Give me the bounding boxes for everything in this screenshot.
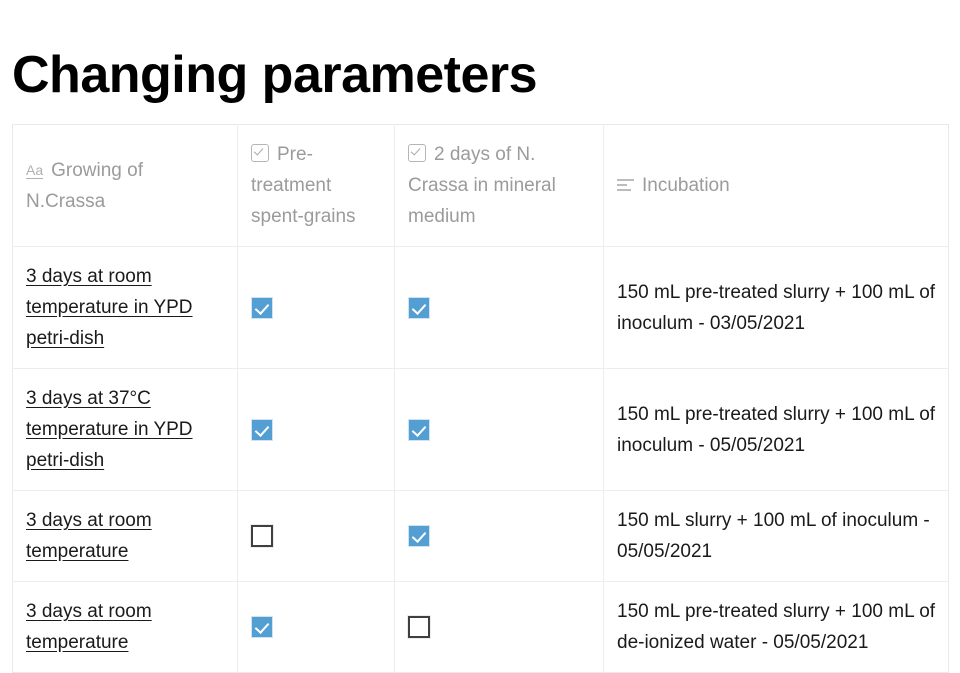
row-incubation-cell[interactable]: 150 mL slurry + 100 mL of inoculum - 05/… [604,491,949,582]
row-two-days-mineral-cell[interactable] [395,582,604,673]
checkbox-checked[interactable] [251,297,273,319]
table-header: AaGrowing of N.Crassa Pre-treatment spen… [13,125,949,247]
table-header-row: AaGrowing of N.Crassa Pre-treatment spen… [13,125,949,247]
checkbox-unchecked[interactable] [251,525,273,547]
checkbox-checked[interactable] [251,419,273,441]
row-incubation-cell[interactable]: 150 mL pre-treated slurry + 100 mL of de… [604,582,949,673]
incubation-text: 150 mL slurry + 100 mL of inoculum - 05/… [617,510,930,562]
row-incubation-cell[interactable]: 150 mL pre-treated slurry + 100 mL of in… [604,247,949,369]
row-title-cell[interactable]: 3 days at room temperature in YPD petri-… [13,247,238,369]
column-header-label: Growing of N.Crassa [26,160,143,212]
row-two-days-mineral-cell[interactable] [395,369,604,491]
checkbox-icon [408,144,426,162]
table-row: 3 days at room temperature 150 mL slurry… [13,491,949,582]
column-header-incubation[interactable]: Incubation [604,125,949,247]
row-title-link[interactable]: 3 days at 37°C temperature in YPD petri-… [26,388,193,471]
incubation-text: 150 mL pre-treated slurry + 100 mL of de… [617,601,935,653]
column-header-label: Incubation [642,175,730,196]
checkbox-icon [251,144,269,162]
table-row: 3 days at 37°C temperature in YPD petri-… [13,369,949,491]
row-pre-treatment-cell[interactable] [238,247,395,369]
checkbox-checked[interactable] [408,297,430,319]
document-page: Changing parameters AaGrowing of N.Crass… [0,0,960,633]
row-title-link[interactable]: 3 days at room temperature [26,510,152,562]
row-title-cell[interactable]: 3 days at 37°C temperature in YPD petri-… [13,369,238,491]
row-two-days-mineral-cell[interactable] [395,247,604,369]
checkbox-checked[interactable] [251,616,273,638]
column-header-label: 2 days of N. Crassa in mineral medium [408,144,556,227]
row-title-link[interactable]: 3 days at room temperature [26,601,152,653]
column-header-pre-treatment[interactable]: Pre-treatment spent-grains [238,125,395,247]
page-title: Changing parameters [12,43,537,107]
row-incubation-cell[interactable]: 150 mL pre-treated slurry + 100 mL of in… [604,369,949,491]
aa-text-icon: Aa [26,163,43,179]
row-pre-treatment-cell[interactable] [238,369,395,491]
row-title-cell[interactable]: 3 days at room temperature [13,491,238,582]
column-header-growing[interactable]: AaGrowing of N.Crassa [13,125,238,247]
parameters-table: AaGrowing of N.Crassa Pre-treatment spen… [12,124,949,673]
row-pre-treatment-cell[interactable] [238,582,395,673]
incubation-text: 150 mL pre-treated slurry + 100 mL of in… [617,404,935,456]
table-row: 3 days at room temperature in YPD petri-… [13,247,949,369]
column-header-two-days-mineral[interactable]: 2 days of N. Crassa in mineral medium [395,125,604,247]
checkbox-unchecked[interactable] [408,616,430,638]
database-table-container: AaGrowing of N.Crassa Pre-treatment spen… [12,124,948,673]
row-title-cell[interactable]: 3 days at room temperature [13,582,238,673]
row-pre-treatment-cell[interactable] [238,491,395,582]
checkbox-checked[interactable] [408,419,430,441]
text-lines-icon [617,178,634,192]
row-title-link[interactable]: 3 days at room temperature in YPD petri-… [26,266,193,349]
checkbox-checked[interactable] [408,525,430,547]
row-two-days-mineral-cell[interactable] [395,491,604,582]
incubation-text: 150 mL pre-treated slurry + 100 mL of in… [617,282,935,334]
table-row: 3 days at room temperature 150 mL pre-tr… [13,582,949,673]
table-body: 3 days at room temperature in YPD petri-… [13,247,949,673]
